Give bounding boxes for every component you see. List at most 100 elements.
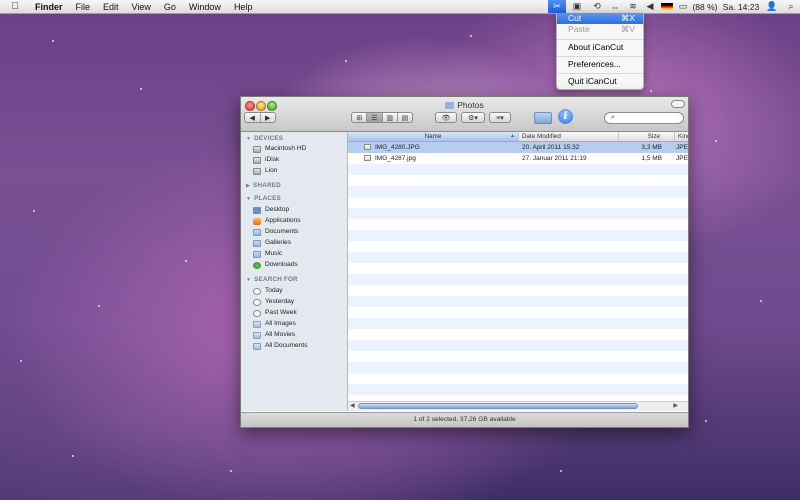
documents-icon <box>253 228 261 236</box>
battery-icon[interactable]: ▭ <box>676 0 690 13</box>
sidebar-item-label: Downloads <box>265 261 298 268</box>
menu-view[interactable]: View <box>132 2 151 12</box>
clock[interactable]: Sa. 14:23 <box>720 0 762 13</box>
menu-item-cut-label: Cut <box>568 13 582 23</box>
menu-finder[interactable]: Finder <box>35 2 63 12</box>
menu-separator <box>557 39 643 40</box>
column-header-name-label: Name <box>424 133 442 140</box>
downloads-icon <box>253 261 261 269</box>
sidebar-header-places[interactable]: ▼ PLACES <box>246 195 281 202</box>
sidebar-app-icon[interactable]: ▣ <box>566 0 588 13</box>
menu-window[interactable]: Window <box>189 2 221 12</box>
cut-shortcut: ⌘X <box>620 13 635 23</box>
menu-help[interactable]: Help <box>234 2 253 12</box>
menu-item-paste[interactable]: Paste ⌘V <box>557 24 643 35</box>
column-header-kind[interactable]: Kind <box>674 132 688 141</box>
scissors-icon[interactable]: ✂ <box>548 0 566 13</box>
sidebar-item-galleries[interactable]: Galleries <box>253 238 291 248</box>
hard-disk-icon <box>253 145 261 153</box>
sidebar-header-search-for[interactable]: ▼ SEARCH FOR <box>246 276 298 283</box>
menu-bar:  Finder File Edit View Go Window Help ✂… <box>0 0 800 14</box>
sidebar-item-label: Applications <box>265 217 301 224</box>
sidebar-item-macintosh-hd[interactable]: Macintosh HD <box>253 144 306 154</box>
sync-icon[interactable]: ⇔ <box>606 0 624 13</box>
window-title: Photos <box>241 100 688 110</box>
list-view-button[interactable]: ☰ <box>367 113 383 122</box>
empty-row <box>348 384 688 395</box>
sidebar-item-downloads[interactable]: Downloads <box>253 260 298 270</box>
menu-item-preferences[interactable]: Preferences... <box>557 59 643 70</box>
sidebar-item-desktop[interactable]: Desktop <box>253 205 289 215</box>
search-icon: ⌕ <box>611 114 615 121</box>
apple-icon[interactable]:  <box>9 1 21 12</box>
scrollbar-thumb[interactable] <box>358 403 638 409</box>
sidebar-item-music[interactable]: Music <box>253 249 282 259</box>
menu-item-quit[interactable]: Quit iCanCut <box>557 76 643 87</box>
sidebar-item-all-images[interactable]: All Images <box>253 319 296 329</box>
file-row[interactable]: IMG_4280.JPG 20. April 2011 15:32 3,3 MB… <box>348 142 688 153</box>
horizontal-scrollbar[interactable]: ◀ ▶ <box>348 401 688 411</box>
sidebar-header-devices[interactable]: ▼ DEVICES <box>246 135 283 142</box>
info-button[interactable]: i <box>558 109 573 124</box>
empty-row <box>348 252 688 263</box>
sidebar-item-today[interactable]: Today <box>253 286 283 296</box>
volume-icon[interactable]: ◀ <box>642 0 658 13</box>
file-date: 27. Januar 2011 21:19 <box>522 155 587 162</box>
spotlight-icon[interactable]: ⌕ <box>782 0 800 13</box>
scroll-left-arrow-icon[interactable]: ◀ <box>350 402 355 411</box>
empty-row <box>348 186 688 197</box>
sort-ascending-icon: ▲ <box>510 133 515 139</box>
user-icon[interactable]: 👤 <box>762 0 782 13</box>
column-header-date[interactable]: Date Modified <box>518 132 618 141</box>
sidebar-item-all-movies[interactable]: All Movies <box>253 330 295 340</box>
menu-go[interactable]: Go <box>164 2 176 12</box>
clock-icon <box>253 287 261 295</box>
eye-icon: 👁 <box>441 114 451 122</box>
file-row[interactable]: IMG_4287.jpg 27. Januar 2011 21:19 1,5 M… <box>348 153 688 164</box>
time-machine-icon[interactable]: ⟲ <box>588 0 606 13</box>
forward-button[interactable]: ▶ <box>261 113 276 122</box>
empty-row <box>348 362 688 373</box>
sidebar-item-lion[interactable]: Lion <box>253 166 277 176</box>
sidebar-item-label: All Movies <box>265 331 296 338</box>
arrange-button[interactable]: ≡▾ <box>489 112 511 123</box>
empty-row <box>348 164 688 175</box>
sidebar-header-shared[interactable]: ▶ SHARED <box>246 182 281 189</box>
search-field[interactable]: ⌕ <box>604 112 684 124</box>
new-folder-button[interactable] <box>534 109 552 124</box>
icon-view-button[interactable]: ⊞ <box>352 113 368 122</box>
menu-item-about[interactable]: About iCanCut <box>557 42 643 53</box>
wifi-icon[interactable]: ≋ <box>624 0 642 13</box>
column-view-button[interactable]: ▥ <box>383 113 398 122</box>
coverflow-view-button[interactable]: ▤ <box>398 113 412 122</box>
quick-look-button[interactable]: 👁 <box>435 112 457 123</box>
menu-item-quit-label: Quit iCanCut <box>568 76 617 86</box>
gear-icon: ⚙▾ <box>468 114 478 122</box>
menu-edit[interactable]: Edit <box>103 2 119 12</box>
sidebar-item-past-week[interactable]: Past Week <box>253 308 297 318</box>
sidebar-item-label: Lion <box>265 167 278 174</box>
menu-item-cut[interactable]: Cut ⌘X <box>557 13 643 24</box>
sidebar-item-all-documents[interactable]: All Documents <box>253 341 308 351</box>
empty-row <box>348 318 688 329</box>
menu-file[interactable]: File <box>76 2 91 12</box>
idisk-icon <box>253 156 261 164</box>
sidebar-item-label: Galleries <box>265 239 292 246</box>
column-header-name[interactable]: Name ▲ <box>348 132 518 141</box>
sidebar-item-idisk[interactable]: iDisk <box>253 155 279 165</box>
file-date: 20. April 2011 15:32 <box>522 144 580 151</box>
action-button[interactable]: ⚙▾ <box>461 112 485 123</box>
sidebar-item-yesterday[interactable]: Yesterday <box>253 297 294 307</box>
music-icon <box>253 250 261 258</box>
scroll-right-arrow-icon[interactable]: ▶ <box>673 402 678 411</box>
sidebar-item-documents[interactable]: Documents <box>253 227 298 237</box>
file-size: 1,5 MB <box>641 155 662 162</box>
sidebar-header-label: DEVICES <box>254 135 284 142</box>
back-button[interactable]: ◀ <box>245 113 261 122</box>
toolbar-toggle-button[interactable] <box>671 100 685 108</box>
image-file-icon <box>364 155 371 161</box>
column-header-size[interactable]: Size <box>618 132 674 141</box>
finder-window: Photos ◀ ▶ ⊞ ☰ ▥ ▤ 👁 ⚙▾ ≡▾ i ⌕ ▼ DEVICES … <box>240 96 689 428</box>
input-flag-icon[interactable] <box>658 0 676 13</box>
sidebar-item-applications[interactable]: Applications <box>253 216 301 226</box>
